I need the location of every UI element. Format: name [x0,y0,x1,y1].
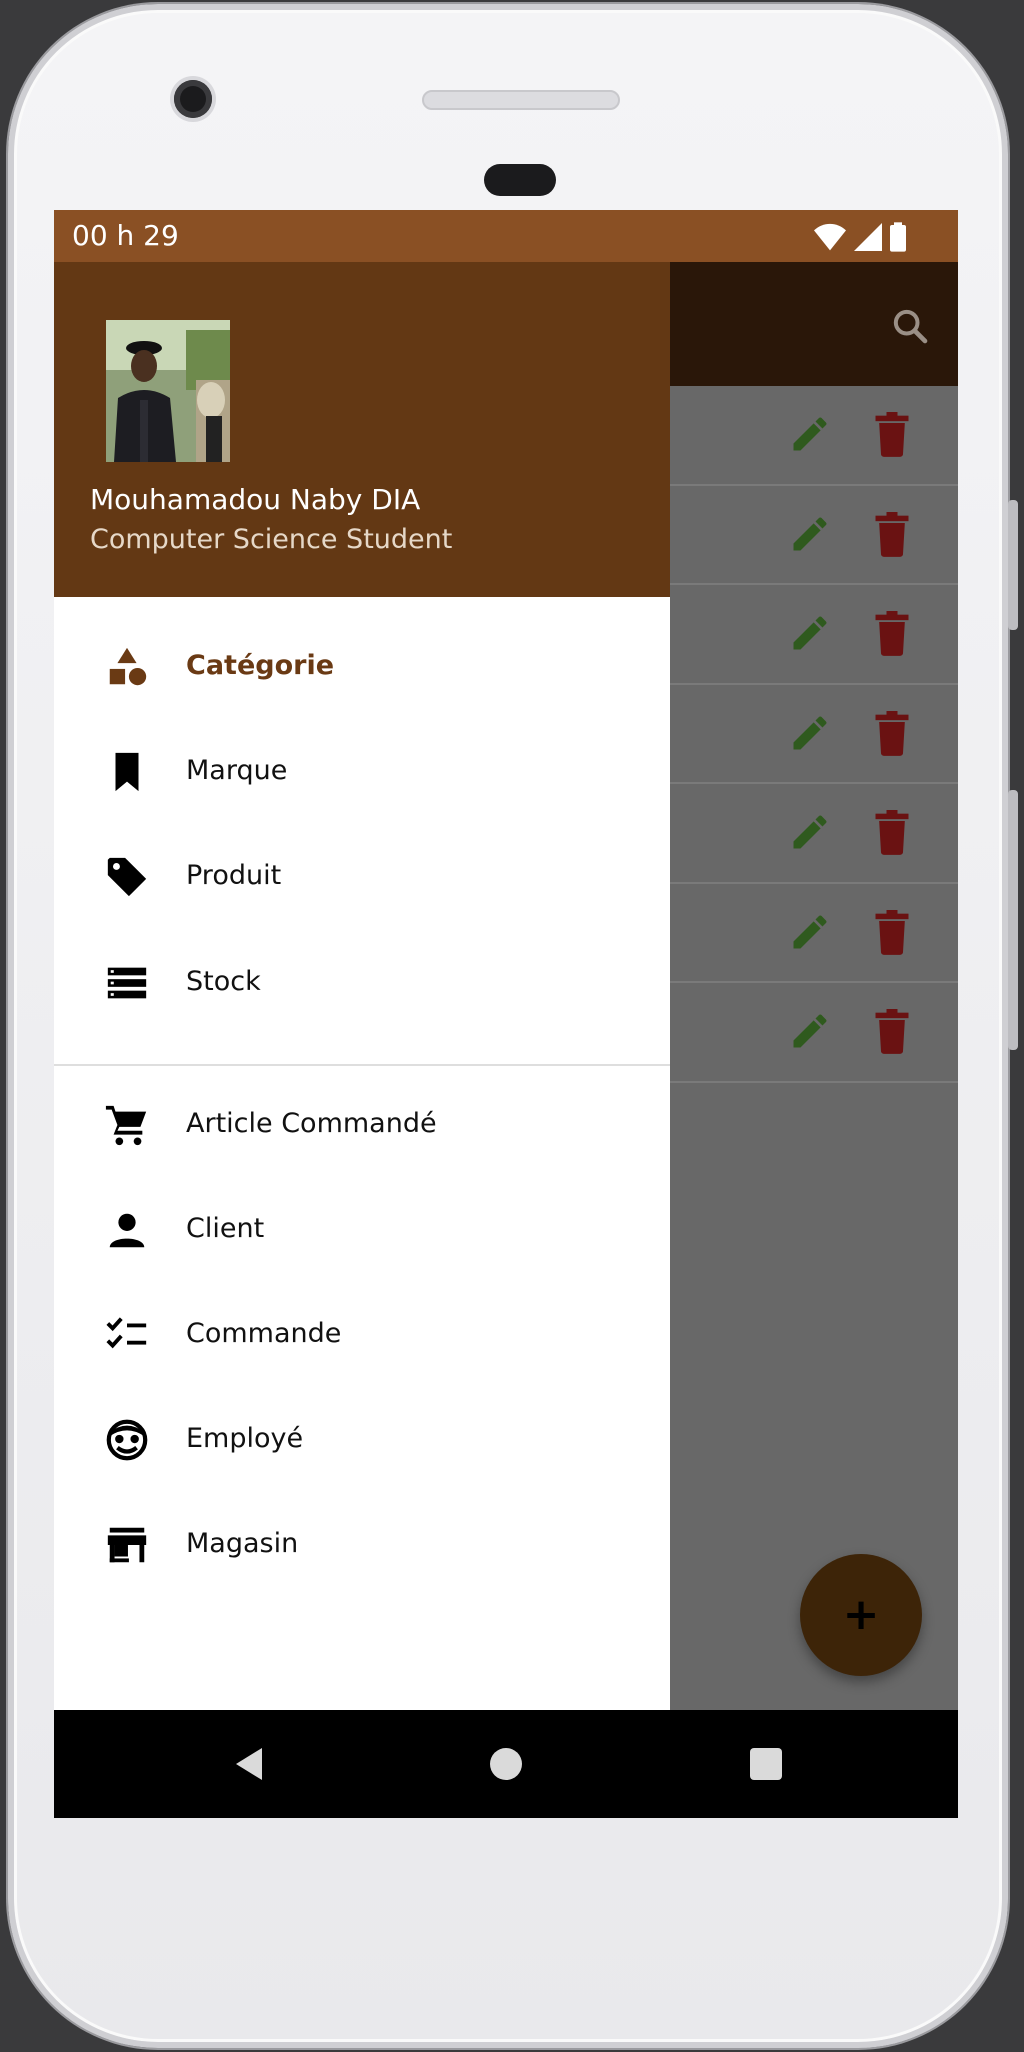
store-icon [104,1522,150,1568]
menu-divider [54,1064,670,1066]
power-button [1008,790,1018,1050]
delete-icon[interactable] [870,709,914,757]
person-icon [104,1207,150,1253]
bookmark-icon [104,749,150,795]
earpiece [484,164,556,196]
avatar[interactable] [106,320,230,462]
status-icons [814,222,906,252]
tag-icon [104,854,150,900]
front-camera [174,80,212,118]
menu-item-magasin[interactable]: Magasin [54,1494,670,1594]
delete-icon[interactable] [870,510,914,558]
storage-icon [104,960,150,1006]
menu-item-employe[interactable]: Employé [54,1389,670,1489]
screen: 00 h 29 + Mouhamadou Naby DIA Computer S… [54,210,958,1818]
edit-icon[interactable] [788,711,832,755]
menu-item-marque[interactable]: Marque [54,721,670,821]
menu-item-client[interactable]: Client [54,1179,670,1279]
system-nav-bar [54,1710,958,1818]
menu-label: Marque [186,755,288,786]
wifi-icon [814,223,846,251]
edit-icon[interactable] [788,810,832,854]
home-icon[interactable] [486,1744,526,1784]
menu-item-commande[interactable]: Commande [54,1284,670,1384]
delete-icon[interactable] [870,609,914,657]
edit-icon[interactable] [788,412,832,456]
volume-button [1008,500,1018,630]
add-fab[interactable]: + [800,1554,922,1676]
menu-label: Client [186,1213,265,1244]
delete-icon[interactable] [870,1007,914,1055]
face-icon [104,1417,150,1463]
menu-label: Produit [186,860,282,891]
edit-icon[interactable] [788,512,832,556]
delete-icon[interactable] [870,410,914,458]
plus-icon: + [842,1589,880,1640]
drawer-header: Mouhamadou Naby DIA Computer Science Stu… [54,262,670,597]
menu-label: Commande [186,1318,342,1349]
menu-label: Magasin [186,1528,299,1559]
user-subtitle: Computer Science Student [90,524,453,555]
signal-icon [854,223,882,251]
status-time: 00 h 29 [72,219,179,252]
back-icon[interactable] [230,1744,270,1784]
edit-icon[interactable] [788,910,832,954]
menu-item-produit[interactable]: Produit [54,826,670,926]
menu-item-article-commande[interactable]: Article Commandé [54,1074,670,1174]
menu-label: Stock [186,966,261,997]
user-name: Mouhamadou Naby DIA [90,483,421,516]
checklist-icon [104,1312,150,1358]
category-icon [104,644,150,690]
menu-item-categorie[interactable]: Catégorie [54,616,670,716]
edit-icon[interactable] [788,611,832,655]
status-bar: 00 h 29 [54,210,958,262]
delete-icon[interactable] [870,808,914,856]
delete-icon[interactable] [870,908,914,956]
menu-label: Employé [186,1423,304,1454]
menu-label: Article Commandé [186,1108,437,1139]
navigation-drawer: Mouhamadou Naby DIA Computer Science Stu… [54,262,670,1710]
speaker-grill [422,90,620,110]
menu-label: Catégorie [186,650,335,681]
menu-item-stock[interactable]: Stock [54,932,670,1032]
edit-icon[interactable] [788,1009,832,1053]
cart-icon [104,1102,150,1148]
recents-icon[interactable] [746,1744,786,1784]
battery-icon [890,222,906,252]
search-icon[interactable] [890,306,930,346]
avatar-photo [106,320,230,462]
